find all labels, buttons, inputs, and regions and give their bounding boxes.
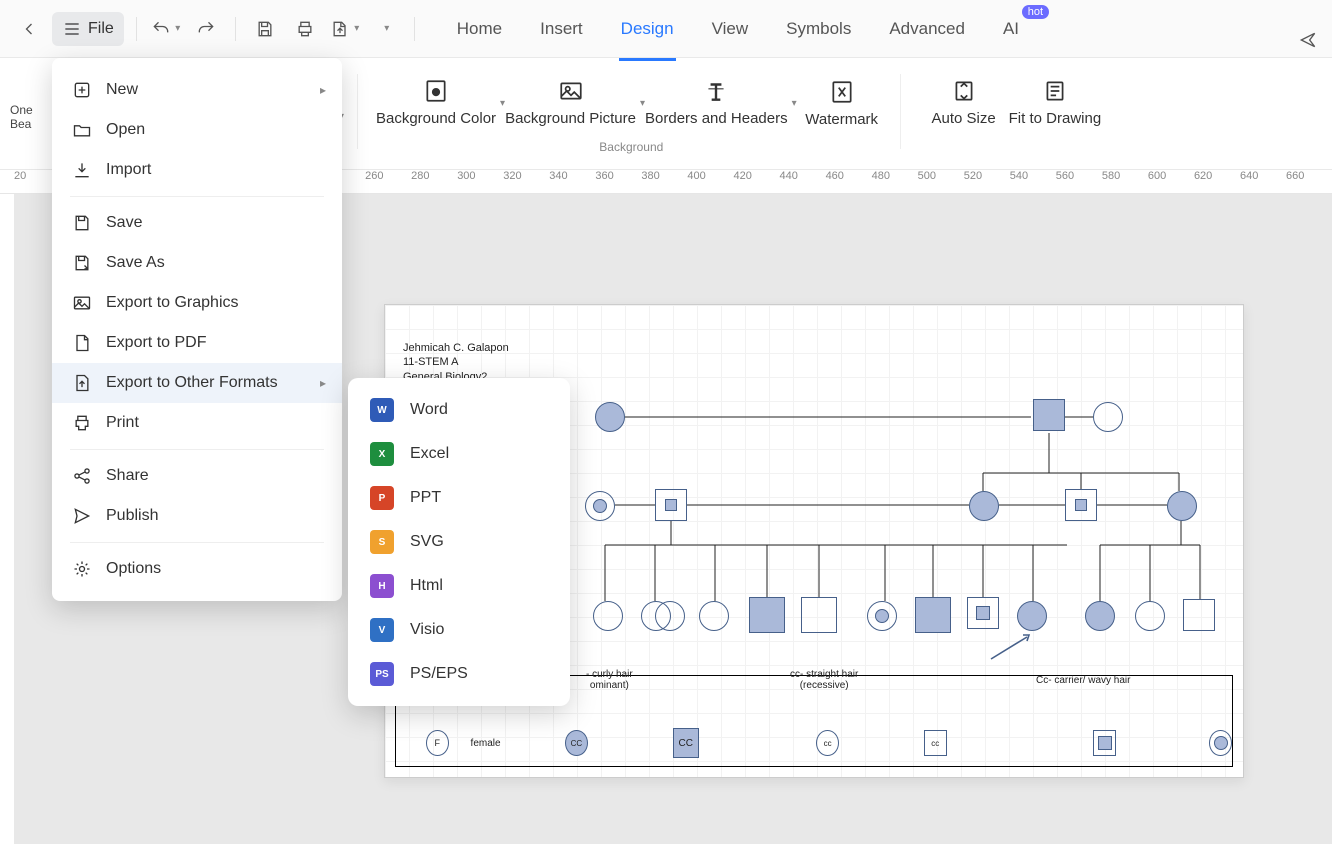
visio-icon: V — [370, 618, 394, 642]
export-formats-submenu: WWord XExcel PPPT SSVG HHtml VVisio PSPS… — [348, 378, 570, 706]
undo-icon — [151, 19, 171, 39]
ps-icon: PS — [370, 662, 394, 686]
tab-home[interactable]: Home — [455, 13, 504, 45]
export-html[interactable]: HHtml — [348, 564, 570, 608]
hot-badge: hot — [1022, 5, 1049, 19]
print-icon — [72, 413, 92, 433]
export-icon — [72, 373, 92, 393]
menu-export-pdf[interactable]: Export to PDF — [52, 323, 342, 363]
tab-design[interactable]: Design — [619, 13, 676, 45]
save-button[interactable] — [248, 12, 282, 46]
word-icon: W — [370, 398, 394, 422]
export-button[interactable]: ▾ — [328, 12, 362, 46]
tab-bar: Home Insert Design View Symbols Advanced… — [455, 13, 1021, 45]
import-icon — [72, 160, 92, 180]
menu-export-graphics[interactable]: Export to Graphics — [52, 283, 342, 323]
send-icon[interactable] — [1298, 30, 1318, 55]
tab-ai[interactable]: AIhot — [1001, 13, 1021, 45]
pdf-icon — [72, 333, 92, 353]
menu-options[interactable]: Options — [52, 549, 342, 589]
excel-icon: X — [370, 442, 394, 466]
caret-icon: ▾ — [354, 23, 359, 34]
chevron-left-icon — [19, 19, 39, 39]
export-word[interactable]: WWord — [348, 388, 570, 432]
caret-icon: ▾ — [175, 23, 180, 34]
watermark-button[interactable]: Watermark — [797, 64, 887, 142]
fit-drawing-button[interactable]: Fit to Drawing — [1009, 64, 1102, 142]
back-button[interactable] — [12, 12, 46, 46]
menu-saveas[interactable]: Save As — [52, 243, 342, 283]
ribbon-group-background: Background Color ▾ Background Picture ▾ … — [362, 64, 901, 169]
file-label: File — [88, 20, 114, 38]
file-menu: New▸ Open Import Save Save As Export to … — [52, 58, 342, 601]
borders-button[interactable]: Borders and Headers — [645, 64, 788, 142]
redo-icon — [196, 19, 216, 39]
hamburger-icon — [62, 19, 82, 39]
menu-save[interactable]: Save — [52, 203, 342, 243]
save-icon — [72, 213, 92, 233]
share-icon — [72, 466, 92, 486]
menu-print[interactable]: Print — [52, 403, 342, 443]
bg-picture-button[interactable]: Background Picture — [505, 64, 636, 142]
export-svg[interactable]: SSVG — [348, 520, 570, 564]
tab-insert[interactable]: Insert — [538, 13, 585, 45]
more-button[interactable]: ▾ — [368, 12, 402, 46]
caret-icon: ▾ — [384, 23, 389, 34]
folder-icon — [72, 120, 92, 140]
ppt-icon: P — [370, 486, 394, 510]
menu-new[interactable]: New▸ — [52, 70, 342, 110]
export-icon — [330, 19, 350, 39]
html-icon: H — [370, 574, 394, 598]
export-visio[interactable]: VVisio — [348, 608, 570, 652]
chevron-right-icon: ▸ — [320, 376, 326, 390]
bg-color-button[interactable]: Background Color — [376, 64, 496, 142]
save-icon — [255, 19, 275, 39]
gear-icon — [72, 559, 92, 579]
ribbon-group-size: Auto Size Fit to Drawing — [905, 64, 1116, 169]
file-menu-button[interactable]: File — [52, 12, 124, 46]
chevron-right-icon: ▸ — [320, 83, 326, 97]
publish-icon — [72, 506, 92, 526]
tab-advanced[interactable]: Advanced — [887, 13, 967, 45]
print-button[interactable] — [288, 12, 322, 46]
plus-icon — [72, 80, 92, 100]
redo-button[interactable] — [189, 12, 223, 46]
tab-symbols[interactable]: Symbols — [784, 13, 853, 45]
image-icon — [72, 293, 92, 313]
tab-view[interactable]: View — [710, 13, 751, 45]
saveas-icon — [72, 253, 92, 273]
menu-publish[interactable]: Publish — [52, 496, 342, 536]
undo-button[interactable]: ▾ — [149, 12, 183, 46]
export-ps[interactable]: PSPS/EPS — [348, 652, 570, 696]
menu-open[interactable]: Open — [52, 110, 342, 150]
print-icon — [295, 19, 315, 39]
ribbon-side-label: OneBea — [10, 64, 43, 169]
menu-export-other[interactable]: Export to Other Formats▸ — [52, 363, 342, 403]
menu-share[interactable]: Share — [52, 456, 342, 496]
auto-size-button[interactable]: Auto Size — [919, 64, 1009, 142]
menu-import[interactable]: Import — [52, 150, 342, 190]
svg-icon: S — [370, 530, 394, 554]
group-label-background: Background — [376, 140, 887, 154]
export-ppt[interactable]: PPPT — [348, 476, 570, 520]
export-excel[interactable]: XExcel — [348, 432, 570, 476]
